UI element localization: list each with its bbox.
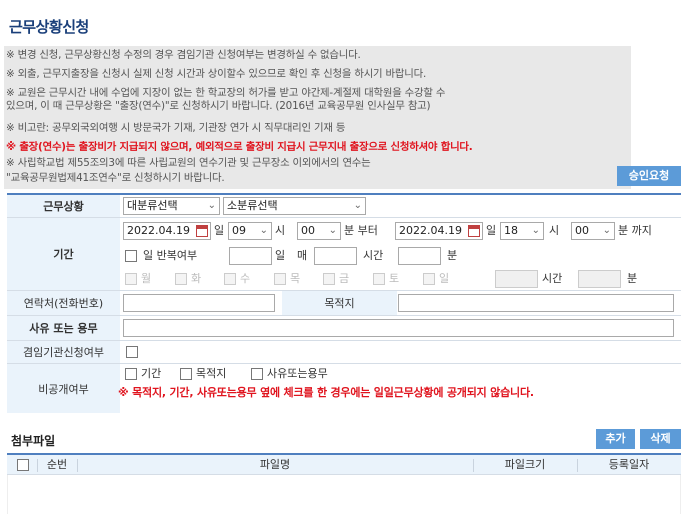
minor-category-value: 소분류선택 bbox=[227, 199, 278, 212]
reason-input[interactable] bbox=[123, 319, 674, 337]
approve-request-button[interactable]: 승인요청 bbox=[617, 166, 681, 186]
weekday-checkbox[interactable] bbox=[373, 273, 385, 285]
start-minute-value: 00 bbox=[301, 224, 315, 237]
notice-line: "교육공무원법제41조연수"로 신청하시기 바랍니다. bbox=[6, 172, 225, 184]
notice-line: ※ 외출, 근무지출장을 신청시 실제 신청 시간과 상이할수 있으므로 확인 … bbox=[6, 68, 427, 80]
weekday-checkbox[interactable] bbox=[224, 273, 236, 285]
end-hour-value: 18 bbox=[504, 224, 518, 237]
day-unit: 일 bbox=[214, 224, 225, 237]
private-label: 비공개여부 bbox=[7, 364, 120, 413]
repeat-days-input[interactable] bbox=[229, 247, 272, 265]
weekday-checkbox[interactable] bbox=[274, 273, 286, 285]
status-label: 근무상황 bbox=[7, 195, 120, 217]
destination-label: 목적지 bbox=[282, 291, 397, 315]
contact-label: 연락처(전화번호) bbox=[7, 291, 120, 315]
calendar-icon[interactable] bbox=[196, 225, 208, 237]
column-filename[interactable]: 파일명 bbox=[77, 455, 473, 475]
period-label: 기간 bbox=[7, 218, 120, 290]
repeat-checkbox[interactable] bbox=[125, 250, 137, 262]
hour-unit: 시 bbox=[275, 224, 286, 237]
hour-unit: 시간 bbox=[363, 249, 384, 262]
weekday-label: 목 bbox=[290, 272, 301, 285]
private-option-label: 사유또는용무 bbox=[267, 367, 328, 380]
column-date[interactable]: 등록일자 bbox=[577, 455, 681, 475]
to-label: 분 까지 bbox=[618, 224, 652, 237]
chevron-down-icon: ⌄ bbox=[259, 225, 268, 236]
weekday-checkbox[interactable] bbox=[323, 273, 335, 285]
notice-line: ※ 변경 신청, 근무상황신청 수정의 경우 겸임기관 신청여부는 변경하실 수… bbox=[6, 49, 361, 61]
chevron-down-icon: ⌄ bbox=[353, 200, 362, 211]
column-filesize[interactable]: 파일크기 bbox=[473, 455, 577, 475]
chevron-down-icon: ⌄ bbox=[328, 225, 337, 236]
request-form: 근무상황 대분류선택 ⌄ 소분류선택 ⌄ 기간 2022.04.19 일 09 ⌄ 시… bbox=[7, 193, 681, 413]
start-date-input[interactable]: 2022.04.19 bbox=[123, 222, 211, 240]
end-date-value: 2022.04.19 bbox=[399, 224, 462, 237]
weekday-checkbox[interactable] bbox=[423, 273, 435, 285]
weekday-label: 금 bbox=[339, 272, 350, 285]
weekday-label: 토 bbox=[389, 272, 400, 285]
private-option-checkbox[interactable] bbox=[251, 368, 263, 380]
column-seq[interactable]: 순번 bbox=[37, 455, 77, 475]
repeat-hours-input[interactable] bbox=[314, 247, 357, 265]
destination-input[interactable] bbox=[398, 294, 674, 312]
concurrent-label: 겸임기관신청여부 bbox=[7, 341, 120, 363]
notice-line: ※ 교원은 근무시간 내에 수업에 지장이 없는 한 학교장의 허가를 받고 야… bbox=[6, 87, 446, 99]
weekday-checkbox[interactable] bbox=[125, 273, 137, 285]
notice-box: ※ 변경 신청, 근무상황신청 수정의 경우 겸임기관 신청여부는 변경하실 수… bbox=[4, 46, 631, 189]
start-hour-value: 09 bbox=[232, 224, 246, 237]
calendar-icon[interactable] bbox=[468, 225, 480, 237]
major-category-select[interactable]: 대분류선택 ⌄ bbox=[123, 197, 220, 215]
contact-input[interactable] bbox=[123, 294, 275, 312]
page-title: 근무상황신청 bbox=[9, 18, 89, 36]
end-minute-value: 00 bbox=[575, 224, 589, 237]
weekday-label: 수 bbox=[240, 272, 251, 285]
chevron-down-icon: ⌄ bbox=[531, 225, 540, 236]
start-date-value: 2022.04.19 bbox=[127, 224, 190, 237]
attachments-header: 순번 파일명 파일크기 등록일자 bbox=[7, 453, 681, 475]
major-category-value: 대분류선택 bbox=[127, 199, 178, 212]
private-warning: ※ 목적지, 기간, 사유또는용무 옆에 체크를 한 경우에는 일일근무상황에 … bbox=[118, 386, 534, 399]
weekday-label: 월 bbox=[141, 272, 152, 285]
start-minute-select[interactable]: 00 ⌄ bbox=[297, 222, 341, 240]
minute-unit: 분 bbox=[447, 249, 458, 262]
reason-label: 사유 또는 용무 bbox=[7, 316, 120, 340]
from-label: 분 부터 bbox=[344, 224, 378, 237]
private-option-label: 기간 bbox=[141, 367, 162, 380]
chevron-down-icon: ⌄ bbox=[602, 225, 611, 236]
private-option-label: 목적지 bbox=[196, 367, 227, 380]
end-minute-select[interactable]: 00 ⌄ bbox=[571, 222, 615, 240]
notice-line: ※ 사립학교법 제55조의3에 따른 사립교원의 연수기관 및 근무장소 이외에… bbox=[6, 157, 371, 169]
private-option-checkbox[interactable] bbox=[125, 368, 137, 380]
add-file-button[interactable]: 추가 bbox=[596, 429, 635, 449]
start-hour-select[interactable]: 09 ⌄ bbox=[228, 222, 272, 240]
hour-unit: 시간 bbox=[542, 272, 563, 285]
day-unit: 일 bbox=[486, 224, 497, 237]
minor-category-select[interactable]: 소분류선택 ⌄ bbox=[223, 197, 366, 215]
concurrent-checkbox[interactable] bbox=[126, 346, 138, 358]
weekday-label: 화 bbox=[191, 272, 202, 285]
select-all-checkbox[interactable] bbox=[17, 459, 29, 471]
notice-line: ※ 비고란: 공무외국외여행 시 방문국가 기재, 기관장 연가 시 직무대리인… bbox=[6, 122, 346, 134]
total-hours-input[interactable] bbox=[495, 270, 538, 288]
repeat-minutes-input[interactable] bbox=[398, 247, 441, 265]
total-minutes-input[interactable] bbox=[578, 270, 621, 288]
end-hour-select[interactable]: 18 ⌄ bbox=[500, 222, 544, 240]
weekday-checkbox[interactable] bbox=[175, 273, 187, 285]
every-label: 매 bbox=[297, 249, 308, 262]
delete-file-button[interactable]: 삭제 bbox=[640, 429, 681, 449]
weekday-label: 일 bbox=[439, 272, 450, 285]
attachments-title: 첨부파일 bbox=[11, 434, 56, 448]
private-option-checkbox[interactable] bbox=[180, 368, 192, 380]
notice-line: ※ 출장(연수)는 출장비가 지급되지 않으며, 예외적으로 출장비 지급시 근… bbox=[6, 141, 473, 153]
hour-unit: 시 bbox=[549, 224, 560, 237]
notice-line: 있으며, 이 때 근무상황은 "출장(연수)"로 신청하시기 바랍니다. (20… bbox=[6, 100, 431, 112]
attachments-list bbox=[7, 475, 681, 514]
end-date-input[interactable]: 2022.04.19 bbox=[395, 222, 483, 240]
minute-unit: 분 bbox=[627, 272, 638, 285]
day-unit: 일 bbox=[275, 249, 286, 262]
chevron-down-icon: ⌄ bbox=[207, 200, 216, 211]
repeat-label: 일 반복여부 bbox=[143, 249, 198, 262]
